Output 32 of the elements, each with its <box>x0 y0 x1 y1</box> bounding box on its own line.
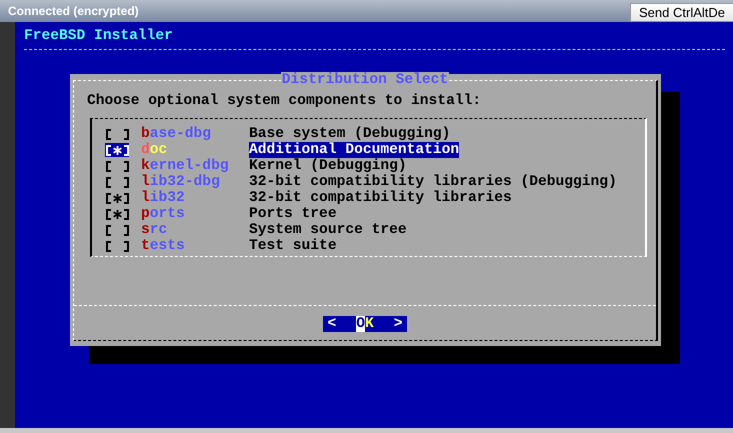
component-description: System source tree <box>249 222 407 238</box>
checkbox[interactable] <box>105 239 129 253</box>
asterisk-icon <box>112 210 122 218</box>
component-name[interactable]: ports <box>141 206 249 222</box>
component-name[interactable]: lib32-dbg <box>141 174 249 190</box>
component-description: Kernel (Debugging) <box>249 158 407 174</box>
component-description: 32-bit compatibility libraries <box>249 190 512 206</box>
checkbox[interactable] <box>105 127 129 141</box>
component-name[interactable]: doc <box>141 142 249 158</box>
asterisk-icon <box>112 194 122 202</box>
connection-status: Connected (encrypted) <box>7 4 139 18</box>
component-name[interactable]: lib32 <box>141 190 249 206</box>
dialog-prompt: Choose optional system components to install: <box>87 93 482 109</box>
installer-title: FreeBSD Installer <box>24 28 173 44</box>
checkbox[interactable] <box>105 223 129 237</box>
component-name[interactable]: base-dbg <box>141 126 249 142</box>
checkbox[interactable] <box>105 191 129 205</box>
component-name[interactable]: src <box>141 222 249 238</box>
component-description: Test suite <box>249 238 337 254</box>
component-name[interactable]: tests <box>141 238 249 254</box>
send-ctrl-alt-del-button[interactable]: Send CtrlAltDe <box>630 3 733 22</box>
component-description: 32-bit compatibility libraries (Debugging) <box>249 174 617 190</box>
checkbox[interactable] <box>105 143 129 157</box>
ok-button[interactable]: < OK > <box>323 316 407 332</box>
checkbox[interactable] <box>105 175 129 189</box>
checkbox[interactable] <box>105 159 129 173</box>
component-description: Base system (Debugging) <box>249 126 450 142</box>
component-description: Additional Documentation <box>249 142 460 158</box>
checkbox[interactable] <box>105 207 129 221</box>
asterisk-icon <box>112 146 122 154</box>
component-description: Ports tree <box>249 206 337 222</box>
component-name[interactable]: kernel-dbg <box>141 158 249 174</box>
